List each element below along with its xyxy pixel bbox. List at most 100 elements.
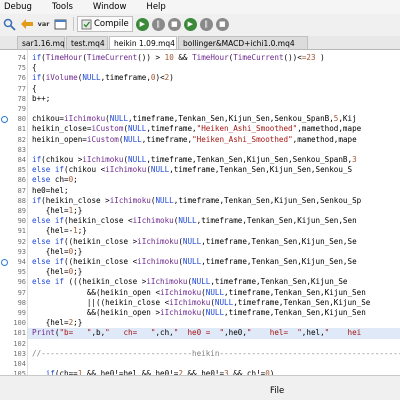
code-text: b++;	[32, 93, 51, 103]
line-number: 77	[17, 84, 26, 93]
line-number: 94	[17, 258, 26, 266]
line-number: 78	[17, 94, 26, 103]
code-text: if(TimeHour(TimeCurrent()) > 10 && TimeH…	[32, 53, 325, 62]
code-text: &&(heikin_open >iIchimoku(NULL,timeframe…	[32, 308, 366, 317]
line-number: 98	[17, 298, 26, 307]
menu-tools[interactable]: Tools	[46, 0, 79, 14]
code-line[interactable]: 97 &&(heikin_open <iIchimoku(NULL,timefr…	[0, 288, 400, 298]
code-line[interactable]: 94 else if((heikin_close <iIchimoku(NULL,…	[0, 257, 400, 267]
code-line[interactable]: 85 else if(chikou <iIchimoku(NULL,timefra…	[0, 165, 400, 175]
line-number: 82	[17, 135, 26, 144]
code-line[interactable]: 102	[0, 339, 400, 349]
code-text: {	[32, 63, 37, 73]
tab-heikin[interactable]: heikin 1.09.mq4	[109, 36, 177, 49]
code-text: &&(heikin_open <iIchimoku(NULL,timeframe…	[32, 287, 366, 297]
breakpoint-icon[interactable]	[1, 116, 8, 124]
tab-test[interactable]: test.mq4	[66, 36, 108, 49]
code-line[interactable]: 78 b++;	[0, 94, 400, 104]
code-line[interactable]: 101 Print("b= ",b," ch= ",ch," he0 = ",he…	[0, 328, 400, 338]
line-number: 103	[13, 349, 26, 358]
line-number: 76	[17, 74, 26, 83]
code-text: else if (((heikin_close >iIchimoku(NULL,…	[32, 277, 348, 287]
code-text: {hel=0;}	[32, 267, 83, 277]
code-line[interactable]: 98 ||((heikin_close <iIchimoku(NULL,time…	[0, 298, 400, 308]
menu-bar: Debug Tools Window Help	[0, 0, 400, 14]
code-line[interactable]: 90 else if(heikin_close <iIchimoku(NULL,t…	[0, 216, 400, 226]
code-line[interactable]: 84 if(chikou >iIchimoku(NULL,timeframe,Te…	[0, 155, 400, 165]
line-number: 97	[17, 288, 26, 297]
code-text: {hel=0;}	[32, 246, 83, 256]
code-line[interactable]: 75 {	[0, 63, 400, 73]
line-number: 83	[17, 145, 26, 154]
code-line[interactable]: 74 if(TimeHour(TimeCurrent()) > 10 && Tim…	[0, 53, 400, 63]
code-line[interactable]: 93 {hel=0;}	[0, 247, 400, 257]
tab-scroll-icon[interactable]	[0, 36, 16, 49]
code-line[interactable]: 96 else if (((heikin_close >iIchimoku(NUL…	[0, 277, 400, 287]
line-number: 93	[17, 247, 26, 256]
code-line[interactable]: 100 {hel=2;}	[0, 318, 400, 328]
code-text: chikou=iIchimoku(NULL,timeframe,Tenkan_S…	[32, 114, 357, 124]
menu-help[interactable]: Help	[140, 0, 171, 14]
line-number: 86	[17, 176, 26, 185]
tab-sar[interactable]: sar1.16.mq4	[17, 36, 65, 49]
search-icon[interactable]	[2, 17, 17, 32]
code-line[interactable]: 88 if(heikin_close >iIchimoku(NULL,timefr…	[0, 196, 400, 206]
code-line[interactable]: 92 else if((heikin_close >iIchimoku(NULL,…	[0, 237, 400, 247]
compile-label: Compile	[94, 19, 129, 29]
line-number: 87	[17, 186, 26, 195]
code-line[interactable]: 77 {	[0, 84, 400, 94]
code-text: Print("b= ",b," ch= ",ch," he0 = ",he0,"…	[32, 328, 362, 338]
code-line[interactable]: 86 else ch=0;	[0, 175, 400, 185]
code-text: else if((heikin_close >iIchimoku(NULL,ti…	[32, 236, 357, 246]
line-number: 96	[17, 278, 26, 287]
toolbar-separator	[73, 17, 74, 31]
line-number: 89	[17, 207, 26, 215]
step-stop-icon[interactable]: ■	[215, 17, 229, 31]
line-number: 101	[13, 329, 26, 338]
menu-window[interactable]: Window	[87, 0, 133, 14]
line-number: 85	[17, 166, 26, 175]
toolbar: var Compile ▶ ‖ ■ ▶ ‖ ■	[0, 14, 400, 34]
code-line[interactable]: 87 he0=hel;	[0, 186, 400, 196]
code-line[interactable]: 80 chikou=iIchimoku(NULL,timeframe,Tenkan…	[0, 114, 400, 124]
line-number: 95	[17, 268, 26, 277]
layout-icon[interactable]	[53, 17, 68, 32]
code-text: if(heikin_close >iIchimoku(NULL,timefram…	[32, 195, 362, 205]
run-icon[interactable]: ▶	[183, 17, 197, 31]
code-line[interactable]: 99 &&(heikin_open >iIchimoku(NULL,timefr…	[0, 308, 400, 318]
code-line[interactable]: 91 {hel=-1;}	[0, 226, 400, 236]
code-text: if(iVolume(NULL,timeframe,0)<2)	[32, 73, 174, 83]
code-line[interactable]: 104	[0, 359, 400, 369]
code-line[interactable]: 76 if(iVolume(NULL,timeframe,0)<2)	[0, 73, 400, 83]
status-bar: File	[0, 375, 400, 400]
code-text: heikin_close=iCustom(NULL,timeframe,"Hei…	[32, 124, 362, 134]
code-text: heikin_open=iCustom(NULL,timeframe,"Heik…	[32, 134, 357, 144]
tab-bar: sar1.16.mq4 test.mq4 heikin 1.09.mq4 bol…	[0, 36, 400, 50]
code-line[interactable]: 95 {hel=0;}	[0, 267, 400, 277]
code-editor[interactable]: 74 if(TimeHour(TimeCurrent()) > 10 && Tim…	[0, 50, 400, 375]
code-text: he0=hel;	[32, 185, 69, 195]
code-line[interactable]: 103 //---------------------------------he…	[0, 349, 400, 359]
pause-icon[interactable]: ‖	[151, 17, 165, 31]
code-text: //---------------------------------heiki…	[32, 348, 400, 358]
code-text: else if((heikin_close <iIchimoku(NULL,ti…	[32, 257, 357, 266]
code-line[interactable]: 83	[0, 145, 400, 155]
menu-debug[interactable]: Debug	[0, 0, 38, 14]
code-line[interactable]: 89 {hel=1;}	[0, 206, 400, 216]
breakpoint-icon[interactable]	[1, 259, 8, 266]
code-text: else ch=0;	[32, 175, 78, 185]
code-line[interactable]: 82 heikin_open=iCustom(NULL,timeframe,"He…	[0, 135, 400, 145]
line-number: 100	[13, 319, 26, 328]
line-number: 88	[17, 196, 26, 205]
back-arrow-icon[interactable]	[19, 17, 34, 32]
var-icon[interactable]: var	[36, 17, 51, 32]
code-text: if(chikou >iIchimoku(NULL,timeframe,Tenk…	[32, 155, 357, 164]
tab-bollinger[interactable]: bollinger&MACD+ichi1.0.mq4	[178, 36, 308, 49]
code-text: else if(heikin_close <iIchimoku(NULL,tim…	[32, 216, 357, 226]
code-line[interactable]: 81 heikin_close=iCustom(NULL,timeframe,"H…	[0, 124, 400, 134]
stop-icon[interactable]: ■	[167, 17, 181, 31]
step-pause-icon[interactable]: ‖	[199, 17, 213, 31]
compile-button[interactable]: Compile	[77, 16, 133, 32]
code-line[interactable]: 79	[0, 104, 400, 114]
play-icon[interactable]: ▶	[135, 17, 149, 31]
